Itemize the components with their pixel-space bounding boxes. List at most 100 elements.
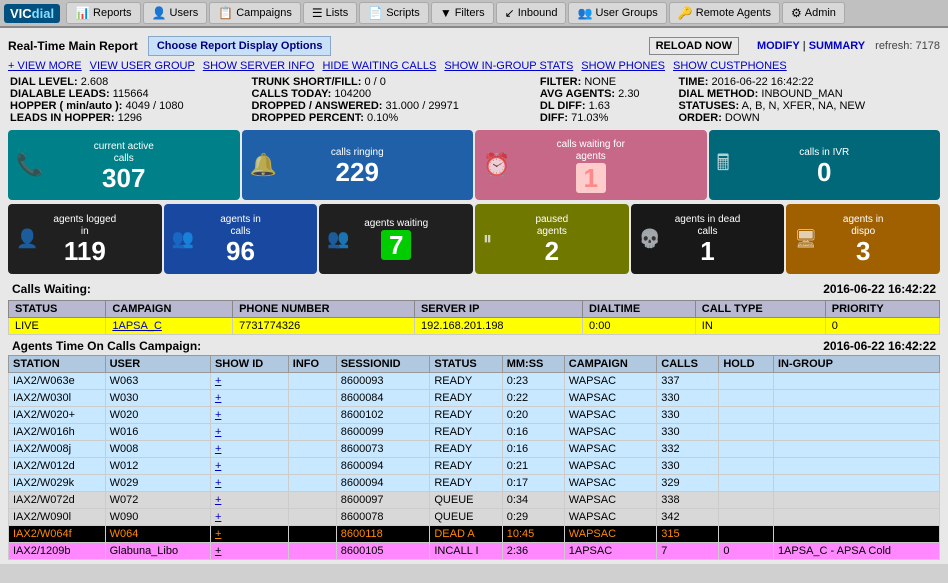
choose-report-button[interactable]: Choose Report Display Options [148,36,332,56]
leads-hopper-value: 1296 [118,112,142,124]
nav-lists[interactable]: ☰ Lists [303,2,357,24]
stat-agents-logged[interactable]: 👤 agents loggedin 119 [8,204,162,274]
show-id-cell[interactable]: + [210,492,288,509]
list-item[interactable]: IAX2/W008j W008 + 8600073 READY 0:16 WAP… [9,441,940,458]
user-cell: W020 [105,407,210,424]
info-cell [288,441,336,458]
agents-table-container: STATION USER SHOW ID INFO SESSIONID STAT… [4,355,944,560]
modify-link[interactable]: MODIFY [757,40,800,52]
campaigns-icon: 📋 [218,6,233,20]
stat-dispo-agents[interactable]: 🖥 agents indispo 3 [786,204,940,274]
calls-cell: 337 [657,373,719,390]
summary-link[interactable]: SUMMARY [809,40,865,52]
show-server-info-link[interactable]: SHOW SERVER INFO [203,60,315,72]
show-ingroup-stats-link[interactable]: SHOW IN-GROUP STATS [444,60,573,72]
nav-scripts[interactable]: 📄 Scripts [359,2,429,24]
table-row[interactable]: LIVE 1APSA_C 7731774326 192.168.201.198 … [9,318,940,335]
ingroup-cell [773,407,939,424]
top-navigation: VICdial 📊 Reports 👤 Users 📋 Campaigns ☰ … [0,0,948,28]
nav-campaigns[interactable]: 📋 Campaigns [209,2,301,24]
view-user-group-link[interactable]: VIEW USER GROUP [90,60,195,72]
list-item[interactable]: IAX2/W020+ W020 + 8600102 READY 0:20 WAP… [9,407,940,424]
filter-label: FILTER: [540,76,581,88]
campaign-cell[interactable]: 1APSA_C [106,318,233,335]
list-item[interactable]: IAX2/W072d W072 + 8600097 QUEUE 0:34 WAP… [9,492,940,509]
calls-cell: 332 [657,441,719,458]
col-sessionid: SESSIONID [336,356,430,373]
stat-agents-waiting[interactable]: 👥 agents waiting 7 [319,204,473,274]
stat-agents-calls[interactable]: 👥 agents incalls 96 [164,204,318,274]
dispo-value: 3 [856,238,870,264]
stat-active-calls[interactable]: 📞 current activecalls 307 [8,130,240,200]
user-cell: W063 [105,373,210,390]
show-id-cell[interactable]: + [210,424,288,441]
calls-waiting-header: Calls Waiting: 2016-06-22 16:42:22 [4,278,944,300]
stat-calls-ringing[interactable]: 🔔 calls ringing 229 [242,130,474,200]
show-phones-link[interactable]: SHOW PHONES [581,60,665,72]
show-id-cell[interactable]: + [210,458,288,475]
hold-cell [719,373,774,390]
show-custphones-link[interactable]: SHOW CUSTPHONES [673,60,787,72]
mmss-cell: 0:29 [502,509,564,526]
stats-row-2: 👤 agents loggedin 119 👥 agents incalls 9… [4,204,944,278]
stat-calls-ivr[interactable]: 🖩 calls in IVR 0 [709,130,941,200]
nav-inbound[interactable]: ↙ Inbound [496,2,567,24]
hold-cell [719,509,774,526]
dropped-value: 31.000 / 29971 [386,100,459,112]
stat-calls-waiting[interactable]: ⏰ calls waiting foragents 1 [475,130,707,200]
show-id-cell[interactable]: + [210,390,288,407]
info-cell [288,492,336,509]
nav-usergroups[interactable]: 👥 User Groups [568,2,666,24]
show-id-cell[interactable]: + [210,509,288,526]
reload-button[interactable]: RELOAD NOW [649,37,739,55]
remoteagents-icon: 🔑 [678,6,693,20]
campaign-cell: WAPSAC [564,424,657,441]
list-item[interactable]: IAX2/W029k W029 + 8600094 READY 0:17 WAP… [9,475,940,492]
stat-dead-calls[interactable]: 💀 agents in deadcalls 1 [631,204,785,274]
list-item[interactable]: IAX2/W064f W064 + 8600118 DEAD A 10:45 W… [9,526,940,543]
agents-waiting-value: 7 [381,230,411,260]
nav-admin[interactable]: ⚙ Admin [782,2,845,24]
nav-filters[interactable]: ▼ Filters [431,2,494,24]
list-item[interactable]: IAX2/W016h W016 + 8600099 READY 0:16 WAP… [9,424,940,441]
mmss-cell: 10:45 [502,526,564,543]
user-cell: W090 [105,509,210,526]
server-ip-cell: 192.168.201.198 [414,318,582,335]
ingroup-cell [773,509,939,526]
priority-cell: 0 [825,318,939,335]
agents-calls-value: 96 [226,238,255,264]
campaign-cell: WAPSAC [564,373,657,390]
campaign-cell: WAPSAC [564,441,657,458]
station-cell: IAX2/W064f [9,526,106,543]
show-id-cell[interactable]: + [210,441,288,458]
station-cell: IAX2/W012d [9,458,106,475]
user-cell: Glabuna_Libo [105,543,210,560]
show-id-cell[interactable]: + [210,373,288,390]
hold-cell [719,407,774,424]
nav-reports[interactable]: 📊 Reports [66,2,140,24]
hold-cell [719,492,774,509]
nav-users[interactable]: 👤 Users [143,2,208,24]
show-id-cell[interactable]: + [210,475,288,492]
view-more-link[interactable]: + VIEW MORE [8,60,82,72]
show-id-cell[interactable]: + [210,526,288,543]
calls-cell: 330 [657,424,719,441]
hold-cell [719,526,774,543]
dead-calls-label: agents in deadcalls [675,214,741,238]
col-mmss: MM:SS [502,356,564,373]
avg-agents-label: AVG AGENTS: [540,88,615,100]
calls-cell: 338 [657,492,719,509]
show-id-cell[interactable]: + [210,543,288,560]
info-cell [288,475,336,492]
list-item[interactable]: IAX2/W012d W012 + 8600094 READY 0:21 WAP… [9,458,940,475]
hide-waiting-calls-link[interactable]: HIDE WAITING CALLS [322,60,436,72]
list-item[interactable]: IAX2/W090l W090 + 8600078 QUEUE 0:29 WAP… [9,509,940,526]
list-item[interactable]: IAX2/W063e W063 + 8600093 READY 0:23 WAP… [9,373,940,390]
stat-paused-agents[interactable]: ⏸ pausedagents 2 [475,204,629,274]
nav-remoteagents[interactable]: 🔑 Remote Agents [669,2,780,24]
dispo-label: agents indispo [843,214,884,238]
calls-cell: 329 [657,475,719,492]
list-item[interactable]: IAX2/1209b Glabuna_Libo + 8600105 INCALL… [9,543,940,560]
show-id-cell[interactable]: + [210,407,288,424]
list-item[interactable]: IAX2/W030l W030 + 8600084 READY 0:22 WAP… [9,390,940,407]
